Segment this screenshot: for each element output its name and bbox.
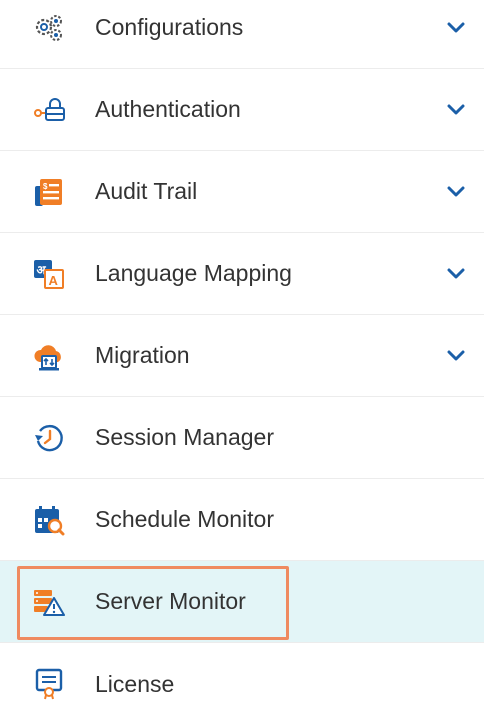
svg-text:A: A [49, 273, 59, 288]
menu-item-audit-trail[interactable]: $ Audit Trail [0, 151, 484, 233]
clock-history-icon [33, 422, 65, 454]
menu-item-session-manager[interactable]: Session Manager [0, 397, 484, 479]
menu-item-label: Language Mapping [95, 260, 292, 286]
gears-icon [33, 12, 65, 44]
audit-ledger-icon: $ [33, 176, 65, 208]
menu-item-label: License [95, 670, 175, 697]
svg-text:$: $ [43, 182, 48, 191]
menu-item-authentication[interactable]: Authentication [0, 69, 484, 151]
chevron-down-icon[interactable] [446, 21, 466, 35]
menu-item-server-monitor[interactable]: Server Monitor [0, 561, 484, 643]
menu-item-label: Session Manager [95, 424, 274, 450]
sidebar-menu: Configurations Authentication $ Audit Tr… [0, 0, 484, 700]
calendar-search-icon [33, 504, 65, 536]
menu-item-label: Configurations [95, 14, 244, 40]
menu-item-label: Schedule Monitor [95, 506, 274, 532]
menu-item-configurations[interactable]: Configurations [0, 0, 484, 69]
language-translate-icon: अ A [33, 258, 65, 290]
menu-item-label: Authentication [95, 96, 241, 122]
menu-item-label: Migration [95, 342, 190, 368]
menu-item-schedule-monitor[interactable]: Schedule Monitor [0, 479, 484, 561]
chevron-down-icon[interactable] [446, 349, 466, 363]
menu-item-label: Audit Trail [95, 178, 198, 204]
menu-item-language-mapping[interactable]: अ A Language Mapping [0, 233, 484, 315]
key-lock-icon [33, 94, 65, 126]
menu-item-label: Server Monitor [95, 588, 246, 614]
menu-item-license[interactable]: License [0, 643, 484, 725]
chevron-down-icon[interactable] [446, 185, 466, 199]
menu-item-migration[interactable]: Migration [0, 315, 484, 397]
chevron-down-icon[interactable] [446, 267, 466, 281]
server-warning-icon [33, 586, 65, 618]
license-certificate-icon [33, 668, 65, 700]
chevron-down-icon[interactable] [446, 103, 466, 117]
cloud-migration-icon [33, 340, 65, 372]
